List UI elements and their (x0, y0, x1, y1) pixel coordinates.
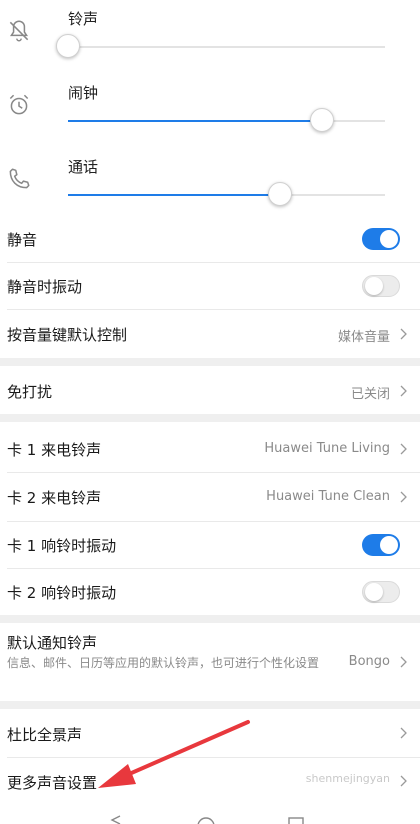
notification-ringtone-description: 信息、邮件、日历等应用的默认铃声，也可进行个性化设置 (7, 656, 320, 670)
notification-ringtone-value: Bongo (348, 654, 390, 669)
dnd-label: 免打扰 (7, 383, 53, 401)
chevron-right-icon (400, 491, 407, 503)
volume-key-value: 媒体音量 (337, 330, 390, 345)
mute-toggle[interactable] (362, 228, 400, 250)
mute-vibrate-row[interactable]: 静音时振动 (0, 263, 420, 309)
toggle-knob (380, 230, 398, 248)
alarm-slider-thumb[interactable] (309, 108, 334, 132)
call-slider[interactable] (68, 182, 385, 206)
call-slider-thumb[interactable] (268, 182, 293, 206)
alarm-slider[interactable] (68, 108, 385, 132)
navigation-bar (110, 815, 304, 824)
watermark: shenmejingyan (305, 772, 390, 785)
toggle-knob (365, 583, 383, 601)
sim1-vibrate-label: 卡 1 响铃时振动 (7, 537, 117, 555)
alarm-clock-icon (9, 94, 29, 115)
phone-icon (9, 168, 30, 189)
sim1-ringtone-label: 卡 1 来电铃声 (7, 441, 102, 459)
mute-row[interactable]: 静音 (0, 216, 420, 262)
sim2-ringtone-value: Huawei Tune Clean (266, 489, 390, 504)
annotation-arrow-icon (98, 720, 250, 788)
chevron-right-icon (400, 656, 407, 668)
sim2-ringtone-label: 卡 2 来电铃声 (7, 489, 102, 507)
sim2-vibrate-toggle[interactable] (362, 581, 400, 603)
home-icon[interactable] (197, 817, 215, 824)
ringtone-label: 铃声 (68, 10, 99, 28)
section-gap (0, 701, 420, 709)
back-icon[interactable] (110, 815, 121, 824)
section-gap (0, 615, 420, 623)
toggle-knob (380, 536, 398, 554)
chevron-right-icon (400, 775, 407, 787)
mute-vibrate-toggle[interactable] (362, 275, 400, 297)
section-gap (0, 414, 420, 422)
dnd-row[interactable]: 免打扰 已关闭 (0, 366, 420, 414)
ringtone-slider[interactable] (56, 34, 385, 58)
chevron-right-icon (400, 328, 407, 340)
volume-key-label: 按音量键默认控制 (7, 326, 128, 344)
sim2-ringtone-row[interactable]: 卡 2 来电铃声 Huawei Tune Clean (0, 473, 420, 521)
dolby-label: 杜比全景声 (7, 726, 83, 744)
alarm-slider-fill (68, 120, 322, 122)
more-sound-settings-label: 更多声音设置 (7, 774, 98, 792)
notification-ringtone-label: 默认通知铃声 (7, 634, 98, 652)
ringtone-slider-thumb[interactable] (56, 34, 80, 58)
chevron-right-icon (400, 443, 407, 455)
chevron-right-icon (400, 385, 407, 397)
sim1-ringtone-value: Huawei Tune Living (264, 441, 390, 456)
section-gap (0, 358, 420, 366)
dnd-value: 已关闭 (350, 387, 390, 402)
call-label: 通话 (68, 158, 99, 176)
sim2-vibrate-label: 卡 2 响铃时振动 (7, 584, 117, 602)
mute-vibrate-label: 静音时振动 (7, 278, 83, 296)
sim1-vibrate-row[interactable]: 卡 1 响铃时振动 (0, 522, 420, 568)
mute-label: 静音 (7, 231, 38, 249)
recents-icon[interactable] (288, 817, 304, 824)
volume-key-row[interactable]: 按音量键默认控制 媒体音量 (0, 310, 420, 358)
sim1-ringtone-row[interactable]: 卡 1 来电铃声 Huawei Tune Living (0, 422, 420, 472)
alarm-label: 闹钟 (68, 84, 99, 102)
sim2-vibrate-row[interactable]: 卡 2 响铃时振动 (0, 569, 420, 615)
toggle-knob (365, 277, 383, 295)
call-slider-fill (68, 194, 281, 196)
notification-ringtone-row[interactable]: 默认通知铃声 信息、邮件、日历等应用的默认铃声，也可进行个性化设置 Bongo (0, 623, 420, 701)
sim1-vibrate-toggle[interactable] (362, 534, 400, 556)
chevron-right-icon (400, 727, 407, 739)
bell-off-icon (9, 20, 29, 42)
